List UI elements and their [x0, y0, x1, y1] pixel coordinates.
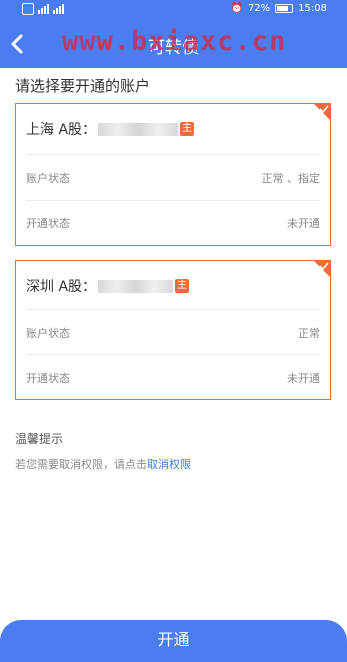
account-status-label: 账户状态 [26, 327, 70, 340]
cancel-permission-link[interactable]: 取消权限 [147, 458, 191, 471]
divider [26, 354, 320, 355]
sim-icon [22, 3, 34, 15]
masked-account-number [98, 122, 179, 136]
signal-bars-icon-2 [53, 4, 64, 14]
divider [26, 200, 320, 201]
market-label: 上海 A股： [26, 122, 97, 138]
open-button[interactable]: 开通 [0, 620, 347, 662]
market-label: 深圳 A股： [26, 279, 97, 295]
account-status-value: 正常 、指定 [261, 172, 321, 185]
account-head: 上海 A股： 主 [26, 119, 195, 139]
main-account-tag: 主 [180, 122, 195, 136]
tips-title: 温馨提示 [15, 432, 64, 446]
section-title: 请选择要开通的账户 [15, 77, 151, 95]
battery-percent: 72% [247, 3, 271, 14]
open-status-value: 未开通 [287, 372, 320, 385]
account-card-shenzhen[interactable]: 深圳 A股： 主 账户状态 正常 开通状态 未开通 [15, 260, 331, 400]
divider [26, 154, 320, 155]
status-bar: ⏰ 72% 15:08 [0, 0, 347, 20]
clock: 15:08 [298, 3, 327, 14]
tips-text: 若您需要取消权限，请点击取消权限 [15, 456, 191, 472]
open-status-label: 开通状态 [26, 217, 70, 230]
masked-account-number [98, 279, 174, 293]
selected-check-icon [313, 260, 331, 278]
nav-bar: 可转债 www.bxiaxc.cn [0, 20, 347, 68]
alarm-icon: ⏰ [230, 3, 243, 14]
account-status-label: 账户状态 [26, 172, 70, 185]
account-card-shanghai[interactable]: 上海 A股： 主 账户状态 正常 、指定 开通状态 未开通 [15, 103, 331, 246]
divider [26, 309, 320, 310]
main-account-tag: 主 [175, 279, 190, 293]
open-status-value: 未开通 [287, 217, 320, 230]
account-head: 深圳 A股： 主 [26, 276, 190, 296]
status-right: ⏰ 72% 15:08 [230, 3, 327, 14]
signal-bars-icon [38, 4, 49, 14]
open-status-label: 开通状态 [26, 372, 70, 385]
account-status-value: 正常 [298, 327, 320, 340]
watermark: www.bxiaxc.cn [62, 26, 287, 57]
tips-body: 若您需要取消权限，请点击 [15, 458, 147, 471]
selected-check-icon [313, 103, 331, 121]
signal-indicators [22, 3, 64, 15]
battery-icon [275, 4, 294, 13]
